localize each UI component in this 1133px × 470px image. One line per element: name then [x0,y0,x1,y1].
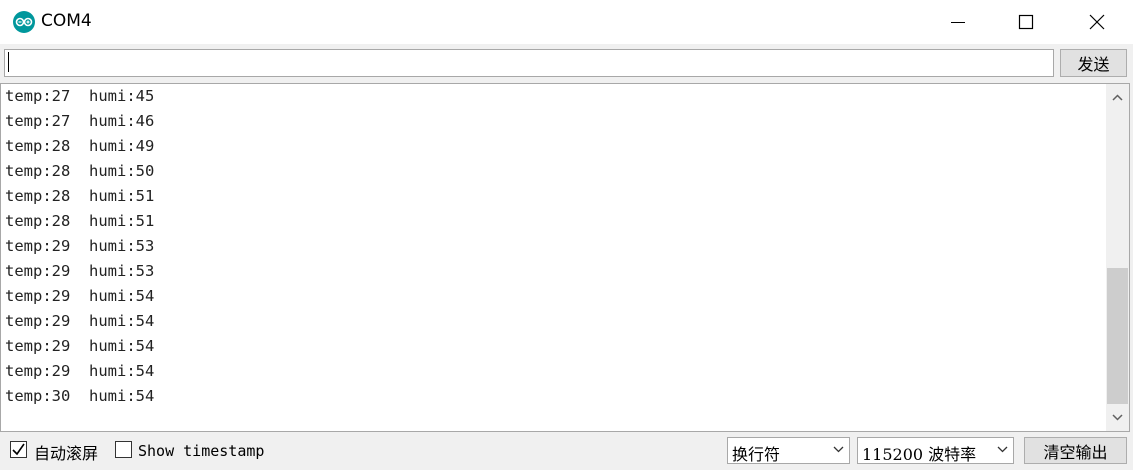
baud-rate-select[interactable]: 115200 波特率 [857,437,1014,464]
scroll-up-button[interactable] [1106,86,1129,108]
line-ending-select[interactable]: 换行符 [727,437,850,464]
text-caret [8,52,9,72]
title-bar[interactable]: COM4 [0,0,1133,44]
checkmark-icon [12,443,25,456]
autoscroll-checkbox[interactable] [10,441,27,458]
scroll-down-button[interactable] [1106,406,1129,428]
output-line: temp:27 humi:45 [5,87,155,105]
vertical-scrollbar[interactable] [1106,84,1129,431]
window-title: COM4 [41,11,92,31]
output-line: temp:29 humi:54 [5,312,155,330]
baud-rate-value: 115200 波特率 [862,445,977,464]
output-line: temp:28 humi:50 [5,162,155,180]
arduino-logo-icon [13,11,35,33]
output-line: temp:29 humi:53 [5,262,155,280]
output-line: temp:29 humi:54 [5,337,155,355]
output-line: temp:28 humi:51 [5,187,155,205]
send-input[interactable] [4,49,1054,77]
minimize-icon [951,22,965,23]
timestamp-label[interactable]: Show timestamp [138,442,264,460]
output-line: temp:27 humi:46 [5,112,155,130]
line-ending-value: 换行符 [732,445,781,464]
clear-output-button[interactable]: 清空输出 [1024,437,1127,464]
output-line: temp:29 humi:53 [5,237,155,255]
footer-bar: 自动滚屏 Show timestamp 换行符 115200 波特率 清空输出 [0,432,1133,470]
serial-monitor-window: COM4 发送 temp:27 humi:45 temp:27 humi:46 te… [0,0,1133,470]
serial-output[interactable]: temp:27 humi:45 temp:27 humi:46 temp:28 hu… [0,83,1130,432]
close-button[interactable] [1074,0,1120,44]
maximize-icon [1018,14,1034,30]
timestamp-checkbox[interactable] [115,441,132,458]
send-row: 发送 [0,44,1133,84]
chevron-down-icon [1112,413,1123,421]
output-line: temp:29 humi:54 [5,362,155,380]
send-button[interactable]: 发送 [1060,49,1127,77]
output-lines: temp:27 humi:45 temp:27 humi:46 temp:28 hu… [5,84,1103,409]
output-line: temp:29 humi:54 [5,287,155,305]
autoscroll-label[interactable]: 自动滚屏 [34,440,98,464]
chevron-down-icon [997,446,1008,453]
scroll-thumb[interactable] [1107,268,1128,404]
close-icon [1089,14,1105,30]
chevron-down-icon [833,446,844,453]
output-line: temp:30 humi:54 [5,387,155,405]
output-line: temp:28 humi:49 [5,137,155,155]
chevron-up-icon [1112,93,1123,101]
output-line: temp:28 humi:51 [5,212,155,230]
maximize-button[interactable] [1003,0,1049,44]
minimize-button[interactable] [935,0,981,44]
